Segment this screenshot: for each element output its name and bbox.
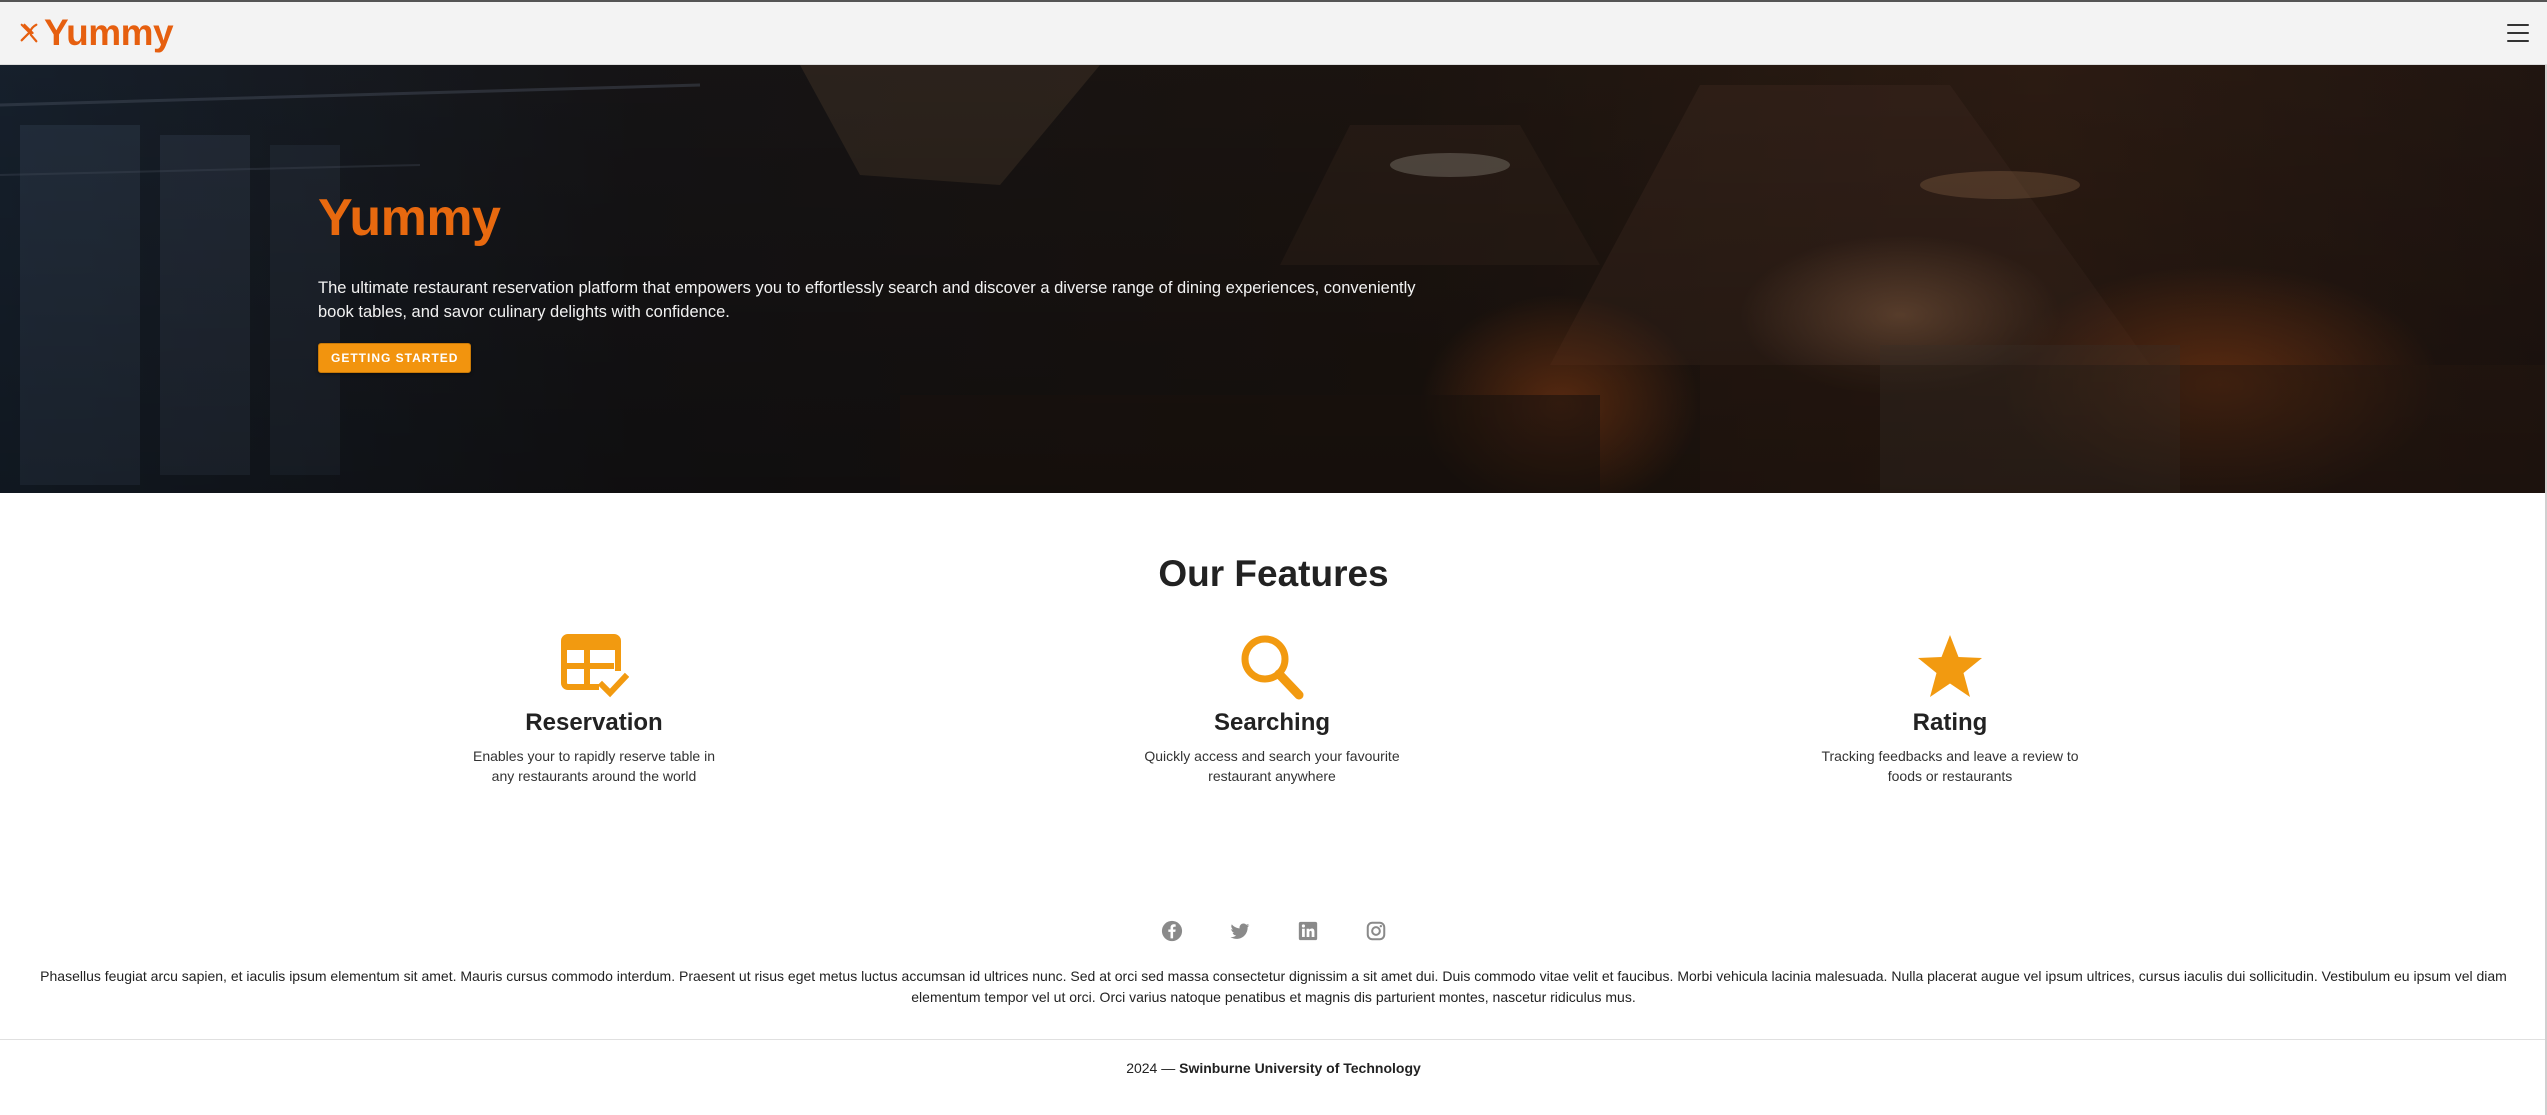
- feature-reservation: Reservation Enables your to rapidly rese…: [464, 633, 724, 786]
- top-navbar: Yummy: [0, 0, 2547, 65]
- features-heading: Our Features: [1158, 553, 1389, 594]
- brand-logo[interactable]: Yummy: [18, 12, 174, 54]
- feature-title: Reservation: [525, 709, 663, 736]
- fork-knife-icon: [18, 22, 40, 44]
- hero-description: The ultimate restaurant reservation plat…: [318, 279, 1416, 321]
- star-icon: [1915, 633, 1985, 701]
- feature-title: Rating: [1912, 709, 1988, 736]
- linkedin-icon[interactable]: [1297, 920, 1319, 942]
- footer-divider: [0, 1039, 2547, 1040]
- facebook-icon[interactable]: [1161, 920, 1183, 942]
- twitter-icon[interactable]: [1229, 920, 1251, 942]
- hamburger-menu-icon[interactable]: [2507, 24, 2529, 42]
- brand-name: Yummy: [44, 12, 174, 53]
- feature-rating: Rating Tracking feedbacks and leave a re…: [1820, 633, 2080, 786]
- search-icon: [1237, 633, 1307, 701]
- hero-content: Yummy The ultimate restaurant reservatio…: [318, 188, 1468, 373]
- hero-title: Yummy: [318, 189, 501, 247]
- copyright-org: Swinburne University of Technology: [1179, 1060, 1421, 1076]
- feature-description: Enables your to rapidly reserve table in…: [472, 748, 716, 784]
- copyright-year: 2024 —: [1126, 1060, 1176, 1076]
- hero-banner: Yummy The ultimate restaurant reservatio…: [0, 65, 2547, 493]
- table-check-icon: [559, 633, 630, 701]
- feature-title: Searching: [1213, 709, 1331, 736]
- feature-description: Quickly access and search your favourite…: [1144, 748, 1400, 784]
- footer-description: Phasellus feugiat arcu sapien, et iaculi…: [40, 968, 2507, 1005]
- feature-searching: Searching Quickly access and search your…: [1142, 633, 1402, 786]
- social-links: [0, 920, 2547, 942]
- getting-started-button[interactable]: GETTING STARTED: [318, 343, 472, 373]
- copyright: 2024 — Swinburne University of Technolog…: [0, 1060, 2547, 1076]
- feature-description: Tracking feedbacks and leave a review to…: [1821, 748, 2079, 784]
- instagram-icon[interactable]: [1365, 920, 1387, 942]
